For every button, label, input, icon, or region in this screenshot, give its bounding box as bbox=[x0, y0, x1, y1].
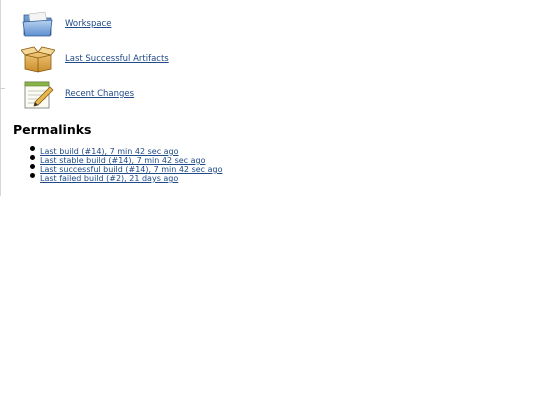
side-panel-border bbox=[0, 0, 1, 196]
task-workspace: Workspace bbox=[21, 6, 111, 41]
bullet-icon bbox=[30, 155, 35, 160]
task-list: Workspace Last Successful Artifacts Rece… bbox=[21, 6, 169, 111]
list-item: Last build (#14), 7 min 42 sec ago bbox=[30, 144, 222, 156]
last-successful-artifacts-link[interactable]: Last Successful Artifacts bbox=[65, 54, 169, 64]
list-item: Last stable build (#14), 7 min 42 sec ag… bbox=[30, 153, 222, 165]
notepad-icon[interactable] bbox=[21, 78, 55, 110]
bullet-icon bbox=[30, 146, 35, 151]
permalinks-list: Last build (#14), 7 min 42 sec ago Last … bbox=[30, 144, 222, 183]
permalinks-heading: Permalinks bbox=[13, 122, 92, 137]
bullet-icon bbox=[30, 173, 35, 178]
recent-changes-link[interactable]: Recent Changes bbox=[65, 89, 134, 99]
artifact-box-icon[interactable] bbox=[21, 43, 55, 75]
workspace-link[interactable]: Workspace bbox=[65, 19, 111, 29]
side-panel-divider bbox=[0, 88, 5, 89]
list-item: Last failed build (#2), 21 days ago bbox=[30, 171, 222, 183]
permalink-last-failed-build[interactable]: Last failed build (#2), 21 days ago bbox=[40, 174, 178, 183]
task-recent-changes: Recent Changes bbox=[21, 76, 134, 111]
task-artifacts: Last Successful Artifacts bbox=[21, 41, 169, 76]
bullet-icon bbox=[30, 164, 35, 169]
list-item: Last successful build (#14), 7 min 42 se… bbox=[30, 162, 222, 174]
folder-icon[interactable] bbox=[21, 8, 55, 40]
